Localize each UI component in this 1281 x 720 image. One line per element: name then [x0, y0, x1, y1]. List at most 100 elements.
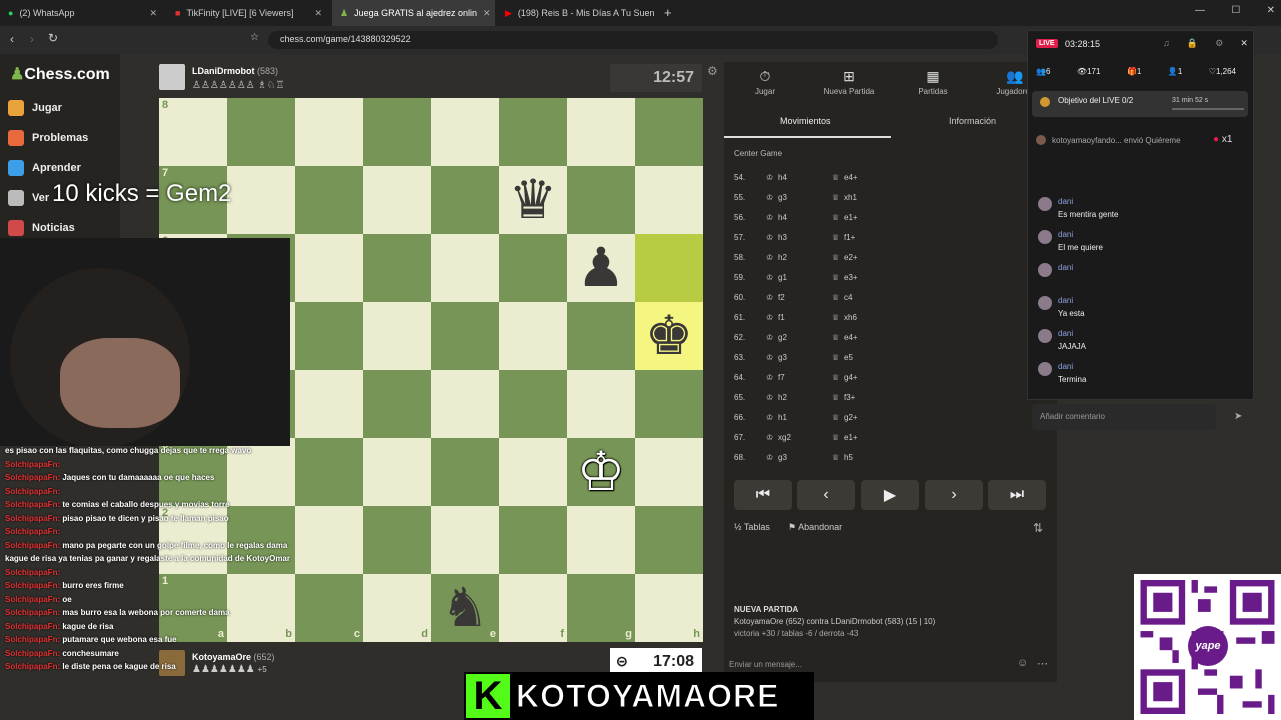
- square-c2[interactable]: [295, 506, 363, 574]
- square-c6[interactable]: [295, 234, 363, 302]
- back-icon[interactable]: ‹: [10, 32, 14, 46]
- forward-icon[interactable]: ›: [30, 32, 34, 46]
- chess-piece[interactable]: ♞: [441, 581, 489, 635]
- tab-nueva-partida[interactable]: ⊞ Nueva Partida: [814, 68, 884, 96]
- black-move[interactable]: e4+: [844, 333, 858, 342]
- tab-partidas[interactable]: ▦ Partidas: [898, 68, 968, 96]
- tab-movimientos[interactable]: Movimientos: [780, 116, 831, 126]
- settings-gear-icon[interactable]: ⚙: [707, 64, 718, 78]
- settings-icon[interactable]: ⚙: [1215, 38, 1223, 49]
- black-move[interactable]: e3+: [844, 273, 858, 282]
- white-move[interactable]: f1: [778, 313, 785, 322]
- send-icon[interactable]: ➤: [1234, 411, 1242, 422]
- close-window-icon[interactable]: ✕: [1267, 5, 1275, 16]
- black-move[interactable]: c4: [844, 293, 852, 302]
- square-b8[interactable]: [227, 98, 295, 166]
- square-c8[interactable]: [295, 98, 363, 166]
- square-e8[interactable]: [431, 98, 499, 166]
- white-move[interactable]: h4: [778, 213, 787, 222]
- resign-button[interactable]: ⚑ Abandonar: [788, 522, 842, 533]
- black-move[interactable]: e1+: [844, 433, 858, 442]
- square-c1[interactable]: c: [295, 574, 363, 642]
- square-d3[interactable]: [363, 438, 431, 506]
- lock-icon[interactable]: 🔒: [1187, 38, 1198, 49]
- white-move[interactable]: h2: [778, 393, 787, 402]
- close-icon[interactable]: ✕: [483, 8, 491, 19]
- black-move[interactable]: g4+: [844, 373, 858, 382]
- square-d5[interactable]: [363, 302, 431, 370]
- square-g3[interactable]: ♔: [567, 438, 635, 506]
- sidebar-item-problemas[interactable]: Problemas: [8, 130, 88, 146]
- minimize-icon[interactable]: —: [1195, 5, 1205, 16]
- black-move[interactable]: e1+: [844, 213, 858, 222]
- square-f5[interactable]: [499, 302, 567, 370]
- play-button[interactable]: ▶: [861, 480, 919, 510]
- last-move-button[interactable]: ⏭: [988, 480, 1046, 510]
- square-d1[interactable]: d: [363, 574, 431, 642]
- square-f2[interactable]: [499, 506, 567, 574]
- black-move[interactable]: xh6: [844, 313, 857, 322]
- chat-username[interactable]: dani: [1058, 362, 1073, 371]
- draw-button[interactable]: ½ Tablas: [734, 522, 770, 532]
- square-f1[interactable]: f: [499, 574, 567, 642]
- sidebar-item-aprender[interactable]: Aprender: [8, 160, 81, 176]
- live-goal[interactable]: Objetivo del LIVE 0/2 31 min 52 s: [1032, 91, 1248, 117]
- sidebar-item-noticias[interactable]: Noticias: [8, 220, 75, 236]
- chess-piece[interactable]: ♛: [509, 173, 557, 227]
- square-h5[interactable]: ♚: [635, 302, 703, 370]
- square-d4[interactable]: [363, 370, 431, 438]
- square-g5[interactable]: [567, 302, 635, 370]
- square-f6[interactable]: [499, 234, 567, 302]
- white-move[interactable]: g3: [778, 193, 787, 202]
- tab-tikfinity[interactable]: ■ TikFinity [LIVE] [6 Viewers] ✕: [167, 0, 330, 26]
- square-h6[interactable]: [635, 234, 703, 302]
- black-move[interactable]: e5: [844, 353, 853, 362]
- chat-username[interactable]: dani: [1058, 263, 1073, 272]
- square-g8[interactable]: [567, 98, 635, 166]
- white-move[interactable]: h3: [778, 233, 787, 242]
- square-g1[interactable]: g: [567, 574, 635, 642]
- chess-piece[interactable]: ♟: [577, 241, 625, 295]
- square-h3[interactable]: [635, 438, 703, 506]
- top-player[interactable]: LDaniDrmobot (583): [192, 66, 278, 76]
- next-move-button[interactable]: ›: [925, 480, 983, 510]
- square-g6[interactable]: ♟: [567, 234, 635, 302]
- white-move[interactable]: h2: [778, 253, 787, 262]
- new-tab-icon[interactable]: +: [664, 5, 672, 20]
- black-move[interactable]: h5: [844, 453, 853, 462]
- square-c5[interactable]: [295, 302, 363, 370]
- white-move[interactable]: h1: [778, 413, 787, 422]
- white-move[interactable]: g3: [778, 453, 787, 462]
- square-d2[interactable]: [363, 506, 431, 574]
- url-field[interactable]: chess.com/game/143880329522: [268, 31, 998, 49]
- first-move-button[interactable]: ⏮: [734, 480, 792, 510]
- emoji-icon[interactable]: ☺: [1017, 657, 1028, 669]
- prev-move-button[interactable]: ‹: [797, 480, 855, 510]
- close-icon[interactable]: ✕: [1240, 38, 1248, 49]
- comment-input[interactable]: Añadir comentario: [1032, 404, 1216, 430]
- flip-board-icon[interactable]: ⇅: [1033, 521, 1043, 535]
- tab-whatsapp[interactable]: ● (2) WhatsApp ✕: [0, 0, 165, 26]
- square-e7[interactable]: [431, 166, 499, 234]
- black-move[interactable]: e4+: [844, 173, 858, 182]
- chess-piece[interactable]: ♚: [645, 309, 693, 363]
- more-options-icon[interactable]: ⋯: [1037, 657, 1048, 670]
- square-b7[interactable]: [227, 166, 295, 234]
- black-move[interactable]: xh1: [844, 193, 857, 202]
- square-h7[interactable]: [635, 166, 703, 234]
- white-move[interactable]: g3: [778, 353, 787, 362]
- square-h2[interactable]: [635, 506, 703, 574]
- chat-username[interactable]: dani: [1058, 329, 1073, 338]
- square-h4[interactable]: [635, 370, 703, 438]
- close-icon[interactable]: ✕: [314, 8, 322, 19]
- chess-piece[interactable]: ♔: [577, 445, 625, 499]
- square-c3[interactable]: [295, 438, 363, 506]
- chat-username[interactable]: dani: [1058, 230, 1073, 239]
- square-d8[interactable]: [363, 98, 431, 166]
- square-g2[interactable]: [567, 506, 635, 574]
- chat-username[interactable]: dani: [1058, 197, 1073, 206]
- black-move[interactable]: f3+: [844, 393, 855, 402]
- black-move[interactable]: e2+: [844, 253, 858, 262]
- bookmark-icon[interactable]: ☆: [250, 32, 259, 43]
- square-h1[interactable]: h: [635, 574, 703, 642]
